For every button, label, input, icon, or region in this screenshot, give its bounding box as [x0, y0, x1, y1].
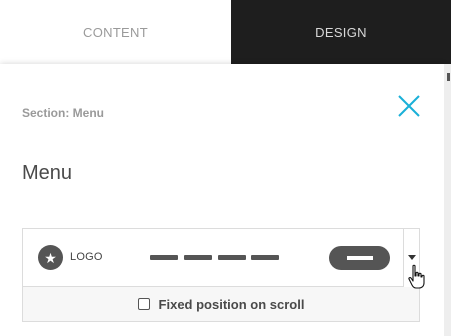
- scrollbar-thumb[interactable]: [447, 73, 450, 81]
- caret-down-icon: [408, 255, 416, 260]
- nav-item-placeholder: [184, 255, 212, 260]
- nav-item-placeholder: [150, 255, 178, 260]
- fixed-position-option[interactable]: Fixed position on scroll: [23, 287, 419, 321]
- close-button[interactable]: [393, 90, 425, 122]
- fixed-position-label: Fixed position on scroll: [158, 296, 305, 312]
- section-label: Section: Menu: [22, 106, 105, 120]
- nav-item-placeholder: [251, 255, 279, 260]
- menu-layout-selector[interactable]: ★ LOGO Fixed position on scroll: [22, 228, 420, 322]
- close-x-icon: [398, 95, 420, 117]
- hand-cursor-icon: [408, 264, 425, 289]
- tab-bar: CONTENT DESIGN: [0, 0, 451, 64]
- star-icon: ★: [38, 245, 63, 270]
- tab-design[interactable]: DESIGN: [231, 0, 451, 64]
- menu-pill-icon: [329, 246, 390, 270]
- panel-scrollbar[interactable]: [444, 64, 451, 336]
- menu-layout-preview[interactable]: ★ LOGO: [23, 229, 404, 287]
- tab-content[interactable]: CONTENT: [0, 0, 231, 64]
- nav-item-placeholder: [218, 255, 246, 260]
- pill-bar: [347, 256, 373, 260]
- page-title: Menu: [22, 162, 73, 184]
- editor-root: CONTENT DESIGN Section: Menu Menu ★ LOGO: [0, 0, 451, 336]
- logo-label: LOGO: [70, 251, 103, 263]
- fixed-position-checkbox[interactable]: [137, 298, 150, 310]
